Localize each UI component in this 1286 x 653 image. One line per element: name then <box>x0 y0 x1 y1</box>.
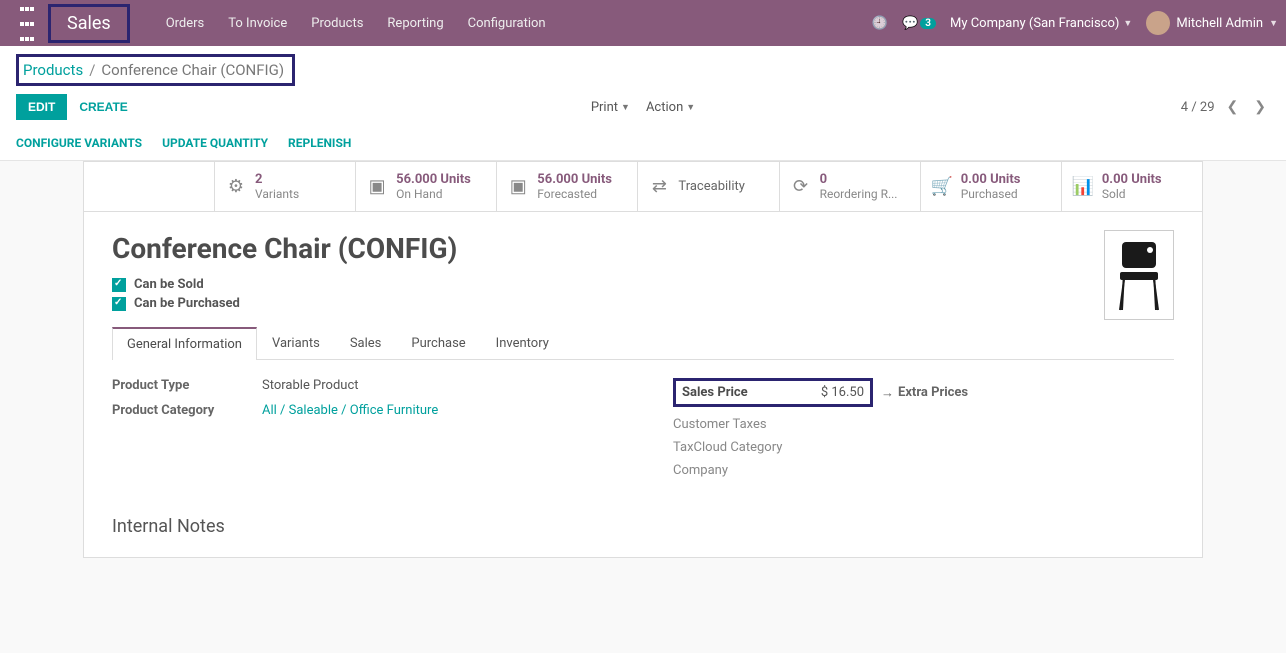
breadcrumb: Products / Conference Chair (CONFIG) <box>16 54 295 86</box>
update-quantity-button[interactable]: UPDATE QUANTITY <box>162 136 268 150</box>
nav-orders[interactable]: Orders <box>154 2 217 45</box>
chat-badge: 3 <box>920 18 936 29</box>
configure-variants-button[interactable]: CONFIGURE VARIANTS <box>16 136 142 150</box>
product-category-value[interactable]: All / Saleable / Office Furniture <box>262 403 438 418</box>
nav-reporting[interactable]: Reporting <box>375 2 455 45</box>
stat-traceability[interactable]: ⇄Traceability <box>637 162 778 212</box>
extra-prices-button[interactable]: →Extra Prices <box>881 385 968 401</box>
top-nav: Orders To Invoice Products Reporting Con… <box>154 2 558 45</box>
product-image <box>1104 230 1174 320</box>
avatar <box>1146 11 1170 35</box>
exchange-icon: ⇄ <box>648 176 670 197</box>
pager-next-icon[interactable]: ❯ <box>1250 95 1270 119</box>
product-title: Conference Chair (CONFIG) <box>112 232 1174 265</box>
taxcloud-label: TaxCloud Category <box>673 440 1174 455</box>
nav-to-invoice[interactable]: To Invoice <box>216 2 299 45</box>
edit-button[interactable]: EDIT <box>16 94 67 120</box>
tab-purchase[interactable]: Purchase <box>396 327 480 359</box>
cart-icon: 🛒 <box>931 176 953 197</box>
replenish-button[interactable]: REPLENISH <box>288 136 351 150</box>
company-label: Company <box>673 463 1174 478</box>
checkbox-icon <box>112 278 126 292</box>
pager-count: 4 / 29 <box>1181 100 1215 115</box>
user-menu[interactable]: Mitchell Admin▼ <box>1146 11 1278 35</box>
create-button[interactable]: CREATE <box>67 94 139 120</box>
stat-onhand[interactable]: ▣56.000 UnitsOn Hand <box>355 162 496 212</box>
sales-price-value: $ 16.50 <box>821 385 864 400</box>
stat-forecasted[interactable]: ▣56.000 UnitsForecasted <box>496 162 637 212</box>
tab-sales[interactable]: Sales <box>335 327 397 359</box>
chart-icon: 📊 <box>1072 176 1094 197</box>
stat-bar: ⚙2Variants ▣56.000 UnitsOn Hand ▣56.000 … <box>84 162 1202 212</box>
arrow-right-icon: → <box>881 385 894 401</box>
form-sheet: ⚙2Variants ▣56.000 UnitsOn Hand ▣56.000 … <box>83 161 1203 558</box>
cubes-icon: ▣ <box>507 176 529 197</box>
apps-icon[interactable] <box>8 0 48 54</box>
customer-taxes-label: Customer Taxes <box>673 417 1174 432</box>
stat-variants[interactable]: ⚙2Variants <box>214 162 355 212</box>
sales-price-label: Sales Price <box>682 385 748 400</box>
product-type-label: Product Type <box>112 378 262 393</box>
product-type-value: Storable Product <box>262 378 359 393</box>
chat-icon[interactable]: 💬3 <box>902 16 936 31</box>
company-switcher[interactable]: My Company (San Francisco)▼ <box>950 16 1132 31</box>
tab-general[interactable]: General Information <box>112 327 257 360</box>
can-be-purchased-row: Can be Purchased <box>112 296 1174 311</box>
tab-variants[interactable]: Variants <box>257 327 335 359</box>
tabs: General Information Variants Sales Purch… <box>112 327 1174 360</box>
stat-reordering[interactable]: ⟳0Reordering R... <box>779 162 920 212</box>
can-be-sold-row: Can be Sold <box>112 277 1174 292</box>
sales-price-row: Sales Price $ 16.50 <box>673 378 873 407</box>
stat-purchased[interactable]: 🛒0.00 UnitsPurchased <box>920 162 1061 212</box>
sitemap-icon: ⚙ <box>225 176 247 197</box>
brand[interactable]: Sales <box>48 4 130 43</box>
checkbox-icon <box>112 297 126 311</box>
cubes-icon: ▣ <box>366 176 388 197</box>
tab-inventory[interactable]: Inventory <box>481 327 564 359</box>
nav-configuration[interactable]: Configuration <box>456 2 558 45</box>
breadcrumb-products[interactable]: Products <box>23 61 83 79</box>
internal-notes-title: Internal Notes <box>112 516 1174 537</box>
action-dropdown[interactable]: Action▼ <box>646 100 695 115</box>
print-dropdown[interactable]: Print▼ <box>591 100 630 115</box>
stat-sold[interactable]: 📊0.00 UnitsSold <box>1061 162 1202 212</box>
clock-icon[interactable]: 🕘 <box>872 16 888 31</box>
product-category-label: Product Category <box>112 403 262 418</box>
breadcrumb-current: Conference Chair (CONFIG) <box>101 61 284 79</box>
nav-products[interactable]: Products <box>299 2 375 45</box>
refresh-icon: ⟳ <box>790 176 812 197</box>
pager-prev-icon[interactable]: ❮ <box>1223 95 1243 119</box>
topbar: Sales Orders To Invoice Products Reporti… <box>0 0 1286 46</box>
